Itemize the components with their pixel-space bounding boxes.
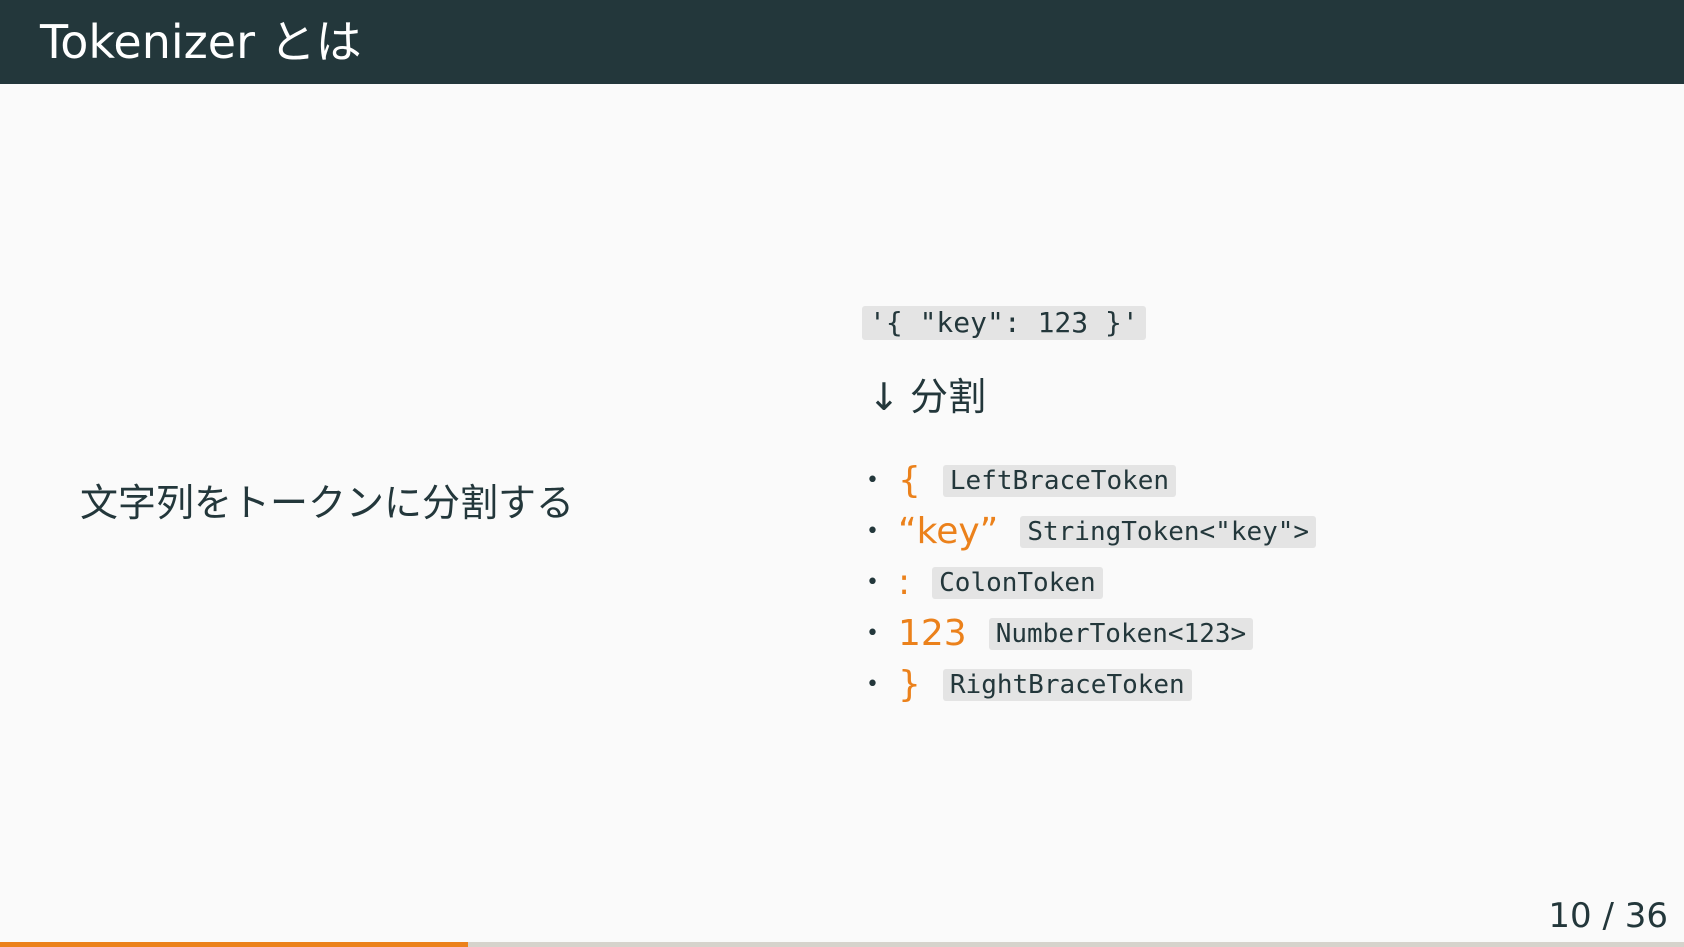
bullet-icon: • (866, 672, 879, 697)
page-number: 10 / 36 (1548, 896, 1668, 936)
progress-bar (0, 942, 1684, 947)
token-name-code: StringToken<"key"> (1020, 515, 1317, 548)
split-label: 分割 (910, 375, 987, 419)
token-item: • “key” StringToken<"key"> (866, 506, 1317, 557)
down-arrow-icon: ↓ (868, 375, 900, 419)
bullet-icon: • (866, 621, 879, 646)
split-heading: ↓ 分割 (868, 372, 986, 422)
token-name-code: ColonToken (932, 566, 1103, 599)
token-name-code: NumberToken<123> (988, 617, 1254, 650)
token-item: • { LeftBraceToken (866, 455, 1316, 506)
token-symbol: : (898, 562, 911, 603)
token-item: • } RightBraceToken (866, 659, 1316, 710)
token-symbol: 123 (898, 613, 967, 654)
token-item: • : ColonToken (866, 557, 1316, 608)
source-json-code: '{ "key": 123 }' (862, 306, 1146, 340)
token-item: • 123 NumberToken<123> (866, 608, 1316, 659)
slide: Tokenizer とは 文字列をトークンに分割する '{ "key": 123… (0, 0, 1684, 947)
token-symbol: “key” (898, 511, 999, 552)
progress-bar-fill (0, 942, 468, 947)
title-bar: Tokenizer とは (0, 0, 1684, 84)
token-symbol: { (898, 460, 921, 501)
bullet-icon: • (866, 570, 879, 595)
token-symbol: } (898, 664, 921, 705)
left-column-text: 文字列をトークンに分割する (80, 481, 575, 525)
bullet-icon: • (866, 468, 879, 493)
token-name-code: RightBraceToken (942, 668, 1192, 701)
slide-title: Tokenizer とは (40, 15, 362, 69)
token-name-code: LeftBraceToken (942, 464, 1177, 497)
bullet-icon: • (866, 519, 879, 544)
token-list: • { LeftBraceToken • “key” StringToken<"… (866, 455, 1317, 710)
